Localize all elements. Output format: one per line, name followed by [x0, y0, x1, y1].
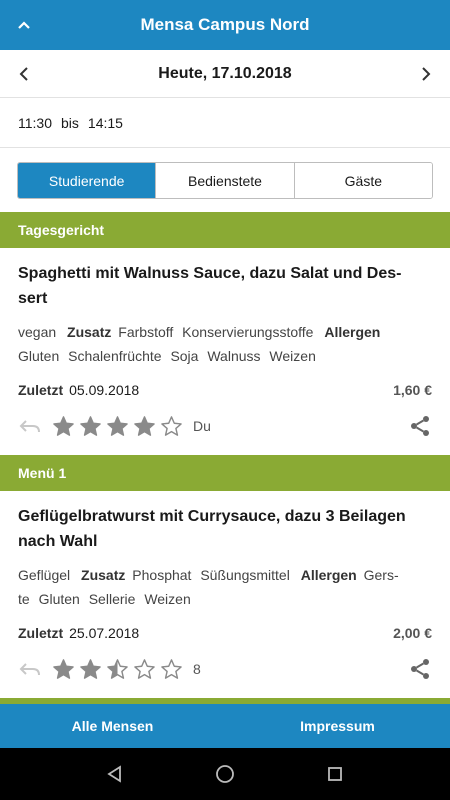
tag: Süßungsmittel — [200, 567, 290, 583]
allergen-label: Allergen — [324, 324, 381, 340]
last-served-label: Zuletzt — [18, 382, 64, 398]
meal-card[interactable]: Spaghetti mit Walnuss Sauce, dazu Salat … — [0, 261, 450, 439]
zusatz-label: Zusatz — [67, 324, 112, 340]
segment-bedienstete[interactable]: Bedienstete — [156, 163, 295, 198]
tag: Sellerie — [88, 591, 136, 607]
hours-separator: bis — [61, 115, 79, 131]
open-time: 11:30 — [18, 115, 52, 131]
rating-text: Du — [193, 418, 211, 434]
price-group-selector: Studierende Bedienstete Gäste — [17, 162, 433, 199]
last-served: Zuletzt 05.09.2018 — [18, 382, 139, 398]
bottom-navigation: Alle Mensen Impressum — [0, 698, 450, 748]
tag: Walnuss — [207, 348, 261, 364]
star-full-icon[interactable] — [106, 415, 129, 438]
meal-tags: Geflügel Zusatz Phosphat Süßungsmittel A… — [18, 563, 432, 611]
star-empty-icon[interactable] — [160, 658, 183, 681]
home-icon[interactable] — [205, 754, 245, 794]
section-header-menu-1: Menü 1 — [0, 455, 450, 491]
tag: Weizen — [144, 591, 191, 607]
segment-gaeste[interactable]: Gäste — [294, 163, 432, 198]
meal-price: 1,60 € — [393, 382, 432, 398]
meal-tags: vegan Zusatz Farbstoff Konservierungssto… — [18, 320, 432, 368]
app-bar: Mensa Campus Nord — [0, 0, 450, 50]
rating-text: 8 — [193, 661, 201, 677]
tag: Phosphat — [132, 567, 192, 583]
meal-meta: Zuletzt 25.07.2018 2,00 € — [18, 625, 432, 641]
section-peek — [0, 698, 450, 704]
tag: vegan — [18, 324, 57, 340]
chevron-up-icon[interactable] — [12, 13, 36, 37]
tag: Weizen — [269, 348, 316, 364]
star-rating[interactable] — [52, 415, 187, 438]
star-full-icon[interactable] — [79, 415, 102, 438]
share-icon[interactable] — [408, 414, 432, 438]
rating-row: 8 — [18, 656, 432, 682]
back-icon[interactable] — [95, 754, 135, 794]
chevron-left-icon[interactable] — [12, 62, 36, 86]
system-navigation-bar — [0, 748, 450, 800]
close-time: 14:15 — [87, 115, 123, 131]
star-empty-icon[interactable] — [160, 415, 183, 438]
tag: Farbstoff — [118, 324, 174, 340]
last-served-date: 05.09.2018 — [69, 382, 140, 398]
imprint-button[interactable]: Impressum — [225, 704, 450, 748]
tag: Geflügel — [18, 567, 71, 583]
recents-icon[interactable] — [315, 754, 355, 794]
meal-meta: Zuletzt 05.09.2018 1,60 € — [18, 382, 432, 398]
last-served-label: Zuletzt — [18, 625, 64, 641]
meal-name: Geflügelbratwurst mit Currysauce, dazu 3… — [18, 508, 406, 550]
tag: te — [18, 591, 30, 607]
chevron-right-icon[interactable] — [414, 62, 438, 86]
tag: Gers- — [363, 567, 399, 583]
share-icon[interactable] — [408, 657, 432, 681]
meal-price: 2,00 € — [393, 625, 432, 641]
star-full-icon[interactable] — [52, 415, 75, 438]
section-header-tagesgericht: Tagesgericht — [0, 212, 450, 248]
star-half-icon[interactable] — [106, 658, 129, 681]
tag: Soja — [170, 348, 199, 364]
current-date: Heute, 17.10.2018 — [158, 64, 292, 82]
star-rating[interactable] — [52, 658, 187, 681]
last-served: Zuletzt 25.07.2018 — [18, 625, 139, 641]
opening-hours: 11:30 bis 14:15 — [0, 99, 450, 148]
tag: Schalenfrüchte — [68, 348, 162, 364]
star-full-icon[interactable] — [133, 415, 156, 438]
star-empty-icon[interactable] — [133, 658, 156, 681]
date-navigation: Heute, 17.10.2018 — [0, 50, 450, 98]
undo-icon[interactable] — [18, 661, 44, 677]
tag: Gluten — [18, 348, 60, 364]
star-full-icon[interactable] — [52, 658, 75, 681]
star-full-icon[interactable] — [79, 658, 102, 681]
rating-row: Du — [18, 413, 432, 439]
last-served-date: 25.07.2018 — [69, 625, 140, 641]
meal-name: Spaghetti mit Walnuss Sauce, dazu Salat … — [18, 265, 402, 307]
allergen-label: Allergen — [300, 567, 357, 583]
undo-icon[interactable] — [18, 418, 44, 434]
page-title: Mensa Campus Nord — [140, 15, 310, 34]
tag: Gluten — [38, 591, 80, 607]
all-canteens-button[interactable]: Alle Mensen — [0, 704, 225, 748]
meal-card[interactable]: Geflügelbratwurst mit Currysauce, dazu 3… — [0, 504, 450, 682]
zusatz-label: Zusatz — [81, 567, 126, 583]
segment-studierende[interactable]: Studierende — [18, 163, 157, 198]
tag: Konservierungsstoffe — [182, 324, 314, 340]
